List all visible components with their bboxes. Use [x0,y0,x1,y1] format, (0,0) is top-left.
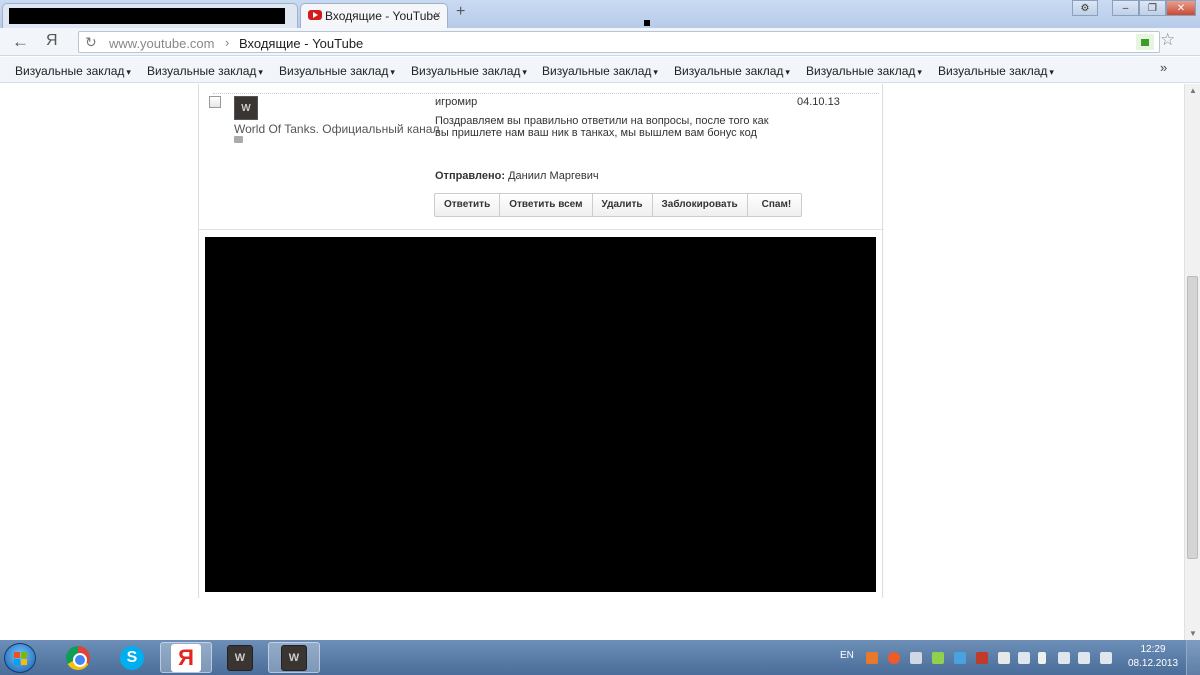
new-tab-button[interactable]: + [456,3,465,21]
spam-button[interactable]: Спам! [748,194,802,216]
bookmarks-bar: Визуальные заклад ▾ Визуальные заклад ▾ Ви… [0,57,1200,83]
chevron-down-icon: ▾ [390,67,395,77]
tab-youtube-inbox[interactable]: Входящие - YouTube × [300,3,448,28]
taskbar-world-of-tanks[interactable]: W [268,642,320,673]
bookmark-item[interactable]: Визуальные заклад ▾ [806,64,922,78]
page-content: W World Of Tanks. Официальный канал игро… [0,84,1184,640]
address-separator: › [225,35,230,50]
sender-name[interactable]: World Of Tanks. Официальный канал [234,122,439,136]
clock-date: 08.12.2013 [1128,658,1179,669]
world-of-tanks-icon: W [281,644,307,671]
tab-title: Входящие - YouTube [325,9,440,23]
redacted-region [205,237,876,592]
bookmark-item[interactable]: Визуальные заклад ▾ [411,64,527,78]
show-desktop-button[interactable] [1186,640,1200,675]
tab-strip: Входящие - YouTube × + ⚙ – ❐ ✕ [0,0,1200,28]
tab-redacted[interactable] [2,3,298,28]
redacted-mark [644,20,650,26]
chevron-down-icon: ▾ [126,67,131,77]
windows-taskbar: S Я W W EN 12:29 08.12.2013 [0,640,1200,675]
system-clock[interactable]: 12:29 08.12.2013 [1128,643,1178,671]
yandex-button[interactable]: Я [46,32,58,50]
speaker-icon[interactable] [1078,652,1090,664]
back-button[interactable]: ← [12,32,29,52]
reply-button[interactable]: Ответить [435,194,501,216]
bookmarks-more-button[interactable]: » [1160,60,1167,75]
close-window-button[interactable]: ✕ [1166,0,1196,16]
tray-app-icon[interactable] [998,652,1010,664]
address-bar[interactable]: ↻ www.youtube.com › Входящие - YouTube [78,31,1160,53]
lock-icon[interactable] [1136,34,1154,50]
bookmark-item[interactable]: Визуальные заклад ▾ [15,64,131,78]
message-checkbox[interactable] [209,96,221,108]
verified-icon [234,136,243,143]
bookmark-item[interactable]: Визуальные заклад ▾ [147,64,263,78]
message-actions: Ответить Ответить всем Удалить Заблокиро… [434,193,803,217]
tray-app-icon[interactable] [866,652,878,664]
scroll-down-icon[interactable]: ▼ [1189,629,1197,638]
youtube-icon [308,10,322,20]
sent-to: Отправлено: Даниил Маргевич [435,170,599,182]
reply-all-button[interactable]: Ответить всем [500,194,593,216]
world-of-tanks-icon: W [227,644,253,671]
reload-icon[interactable]: ↻ [85,34,97,51]
tray-app-icon[interactable] [932,652,944,664]
minimize-button[interactable]: – [1112,0,1139,16]
message-subject: игромир [435,96,478,108]
sent-label: Отправлено: [435,170,506,182]
chevron-down-icon: ▾ [1049,67,1054,77]
start-button[interactable] [4,643,36,673]
address-host: www.youtube.com [109,36,215,51]
network-icon[interactable] [1058,652,1070,664]
tray-app-icon[interactable] [976,652,988,664]
flag-icon[interactable] [1038,652,1046,664]
row-divider [199,229,884,230]
inbox-panel: W World Of Tanks. Официальный канал игро… [198,84,884,598]
chrome-icon [66,645,90,670]
tray-app-icon[interactable] [954,652,966,664]
chevron-down-icon: ▾ [653,67,658,77]
tray-app-icon[interactable] [888,652,900,664]
window-controls: – ❐ ✕ [1112,0,1196,16]
delete-button[interactable]: Удалить [593,194,653,216]
volume-icon[interactable] [1018,652,1030,664]
vertical-scrollbar[interactable]: ▲ ▼ [1184,84,1200,640]
sent-recipient: Даниил Маргевич [508,170,599,182]
chevron-down-icon: ▾ [258,67,263,77]
clock-time: 12:29 [1140,644,1166,655]
message-date: 04.10.13 [797,96,840,108]
taskbar-chrome[interactable] [52,642,104,673]
chevron-down-icon: ▾ [522,67,527,77]
chevron-down-icon: ▾ [917,67,922,77]
settings-icon[interactable]: ⚙ [1072,0,1098,16]
divider [213,93,879,94]
address-page-title: Входящие - YouTube [239,36,364,51]
bookmark-item[interactable]: Визуальные заклад ▾ [938,64,1054,78]
taskbar-yandex-browser[interactable]: Я [160,642,212,673]
browser-toolbar: ← Я ↻ www.youtube.com › Входящие - YouTu… [0,28,1200,56]
block-button[interactable]: Заблокировать [653,194,748,216]
taskbar-world-of-tanks[interactable]: W [214,642,266,673]
restore-button[interactable]: ❐ [1139,0,1166,16]
taskbar-skype[interactable]: S [106,642,158,673]
redacted-tab-title [9,8,285,24]
window-settings: ⚙ [1072,0,1098,16]
windows-logo-icon [14,652,28,666]
tab-close-icon[interactable]: × [434,8,441,22]
bookmark-star-icon[interactable]: ☆ [1160,30,1175,50]
bookmark-item[interactable]: Визуальные заклад ▾ [542,64,658,78]
sender-avatar[interactable]: W [234,96,258,120]
usb-icon[interactable] [1100,652,1112,664]
scrollbar-thumb[interactable] [1187,276,1198,559]
skype-icon: S [120,645,144,670]
chevron-down-icon: ▾ [785,67,790,77]
yandex-browser-icon: Я [171,643,201,672]
scroll-up-icon[interactable]: ▲ [1189,86,1197,95]
bookmark-item[interactable]: Визуальные заклад ▾ [674,64,790,78]
bookmark-item[interactable]: Визуальные заклад ▾ [279,64,395,78]
tray-app-icon[interactable] [910,652,922,664]
language-indicator[interactable]: EN [840,650,854,661]
message-body: Поздравляем вы правильно ответили на воп… [435,115,769,139]
